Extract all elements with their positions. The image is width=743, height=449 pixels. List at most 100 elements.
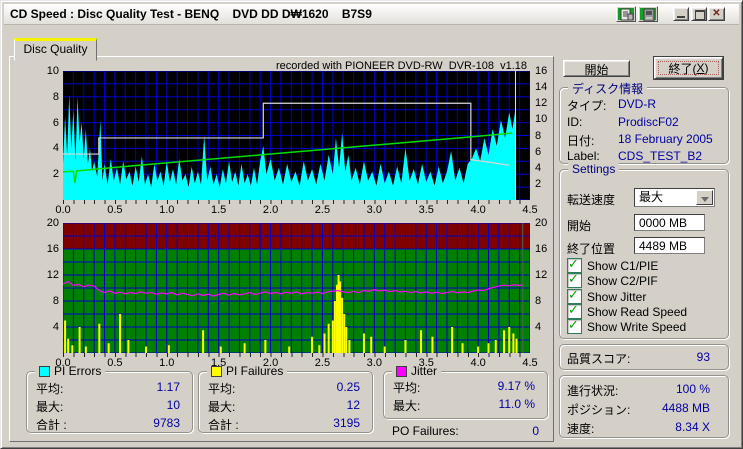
- start-position-input[interactable]: 0000 MB: [634, 214, 705, 231]
- po-failures-row: PO Failures: 0: [392, 424, 539, 438]
- axis-tick-label: 14: [535, 81, 548, 94]
- start-button[interactable]: 開始: [563, 60, 630, 77]
- checkbox-box: ✓: [567, 317, 582, 334]
- axis-tick-label: 12: [535, 97, 548, 110]
- checkmark-icon: ✓: [568, 256, 579, 271]
- x-axis-ticks: [63, 200, 530, 204]
- axis-tick-label: 3.5: [418, 204, 434, 216]
- axis-tick-label: 4: [535, 161, 542, 174]
- axis-tick-label: 6: [52, 116, 59, 129]
- axis-tick-label: 10: [535, 113, 548, 126]
- axis-tick-label: 2.0: [262, 204, 279, 216]
- axis-tick-label: 2: [52, 168, 59, 181]
- axis-tick-label: 2.0: [262, 357, 279, 369]
- axis-tick-label: 0.0: [55, 204, 71, 216]
- checkbox-box: ✓: [567, 271, 582, 288]
- disk-drive-glyph: [640, 8, 656, 22]
- close-button[interactable]: ✕: [708, 7, 725, 21]
- checkmark-icon: ✓: [568, 271, 579, 286]
- chevron-down-icon: [701, 197, 709, 206]
- stat-row: 平均: 9.17 %: [393, 379, 535, 395]
- axis-tick-label: 4: [52, 142, 59, 155]
- transfer-speed-combobox[interactable]: 最大: [634, 188, 715, 207]
- axis-tick-label: 16: [535, 243, 548, 255]
- axis-tick-label: 16: [535, 65, 548, 77]
- disc-date-value: 18 February 2005: [618, 132, 713, 146]
- stat-row: 最大: 10: [36, 398, 180, 414]
- end-position-input[interactable]: 4489 MB: [634, 237, 705, 254]
- pi-errors-swatch: [39, 365, 50, 377]
- axis-tick-label: 1.0: [159, 204, 175, 216]
- maximize-icon: [695, 10, 705, 20]
- quality-score-value: 93: [696, 350, 710, 364]
- stat-row: 合計 :3195: [208, 416, 360, 432]
- axis-tick-label: 12: [46, 269, 59, 281]
- axis-tick-label: 0.5: [107, 357, 123, 369]
- axis-tick-label: 8: [52, 295, 59, 307]
- axis-tick-label: 2.5: [314, 357, 331, 369]
- axis-tick-label: 20: [535, 217, 548, 229]
- window-title: CD Speed : Disc Quality Test - BENQ DVD …: [10, 7, 372, 21]
- axis-tick-label: 4.0: [470, 204, 486, 216]
- jitter-stats-box: Jitter 平均: 9.17 % 最大: 11.0 %: [383, 364, 548, 419]
- combobox-dropdown-button[interactable]: [696, 190, 713, 205]
- titlebar: CD Speed : Disc Quality Test - BENQ DVD …: [4, 4, 739, 25]
- axis-tick-label: 4: [535, 321, 542, 333]
- disc-type-value: DVD-R: [618, 97, 656, 111]
- checkbox-show-read-speed[interactable]: ✓ Show Read Speed: [567, 302, 687, 319]
- axis-tick-label: 1.5: [211, 204, 227, 216]
- progress-percent-value: 100 %: [675, 382, 710, 396]
- tab-label: Disc Quality: [23, 42, 88, 56]
- pi-errors-stats-box: PI Errors 平均: 1.17 最大: 10 合計 :9783: [26, 364, 193, 433]
- pi-failures-stats-box: PI Failures 平均: 0.25 最大: 12 合計 :3195: [198, 364, 373, 433]
- speed-value: 8.34 X: [675, 420, 710, 434]
- checkmark-icon: ✓: [568, 302, 579, 317]
- disk-drive-icon[interactable]: [638, 6, 658, 22]
- close-icon: ✕: [712, 8, 721, 19]
- axis-tick-label: 6: [535, 145, 542, 158]
- stat-row: 合計 :9783: [36, 416, 180, 432]
- axis-tick-label: 20: [46, 217, 59, 229]
- disc-info-title: ディスク情報: [568, 80, 648, 97]
- axis-tick-label: 3.0: [366, 204, 382, 216]
- axis-tick-label: 8: [52, 90, 59, 103]
- disc-info-group: ディスク情報 タイプ: DVD-R ID: ProdiscF02 日付: 18 …: [559, 80, 729, 164]
- checkbox-show-c1-pie[interactable]: ✓ Show C1/PIE: [567, 256, 658, 273]
- x-axis-ticks: [63, 353, 530, 357]
- axis-tick-label: 8: [535, 129, 542, 142]
- disc-label-value: CDS_TEST_B2: [618, 149, 703, 163]
- axis-tick-label: 8: [535, 295, 542, 307]
- maximize-button[interactable]: [691, 7, 707, 21]
- app-window: CD Speed : Disc Quality Test - BENQ DVD …: [0, 0, 743, 449]
- axis-tick-label: 4.5: [522, 357, 538, 369]
- report-document-icon[interactable]: [616, 6, 636, 22]
- minimize-button[interactable]: [673, 7, 689, 21]
- jitter-swatch: [396, 365, 407, 377]
- axis-tick-label: 1.5: [211, 357, 227, 369]
- axis-tick-label: 3.5: [418, 357, 434, 369]
- axis-tick-label: 2.5: [314, 204, 331, 216]
- pi-failures-jitter-chart: [63, 223, 530, 353]
- axis-tick-label: 0.0: [55, 357, 71, 369]
- stat-row: 最大: 11.0 %: [393, 397, 535, 413]
- axis-tick-label: 1.0: [159, 357, 175, 369]
- checkmark-icon: ✓: [568, 317, 579, 332]
- axis-tick-label: 2: [535, 177, 542, 190]
- axis-tick-label: 4.5: [522, 204, 538, 216]
- axis-tick-label: 0.5: [107, 204, 123, 216]
- axis-tick-label: 12: [535, 269, 548, 281]
- settings-group: Settings 転送速度 最大 開始 0000 MB 終了位置 4489 MB…: [559, 162, 729, 339]
- minimize-icon: [677, 16, 685, 18]
- position-value: 4488 MB: [661, 401, 710, 415]
- tab-disc-quality[interactable]: Disc Quality: [14, 38, 97, 61]
- axis-tick-label: 4.0: [470, 357, 486, 369]
- checkmark-icon: ✓: [568, 287, 579, 302]
- axis-tick-label: 16: [46, 243, 59, 255]
- stat-row: 平均: 1.17: [36, 380, 180, 396]
- progress-box: 進行状況: 100 % ポジション: 4488 MB 速度: 8.34 X: [559, 375, 729, 438]
- axis-tick-label: 4: [52, 321, 59, 333]
- checkbox-show-c2-pif[interactable]: ✓ Show C2/PIF: [567, 271, 658, 288]
- checkbox-show-write-speed[interactable]: ✓ Show Write Speed: [567, 317, 686, 334]
- exit-button[interactable]: 終了(X): [654, 57, 723, 79]
- report-document-glyph: [618, 8, 634, 21]
